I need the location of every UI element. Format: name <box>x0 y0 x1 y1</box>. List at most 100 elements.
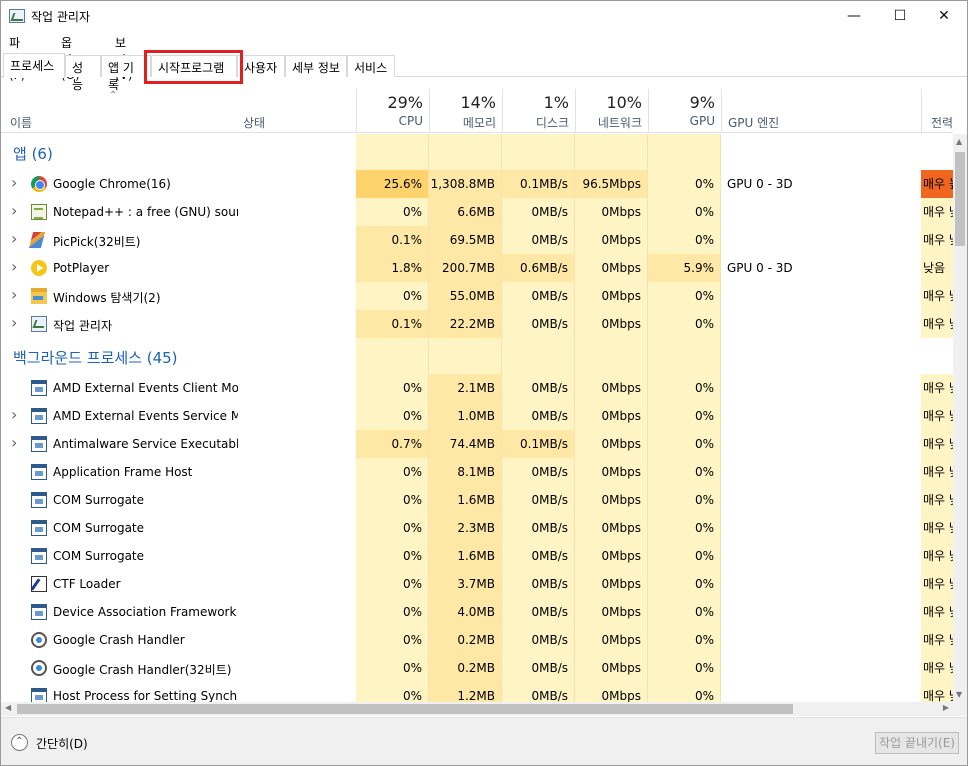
process-disk-value: 0MB/s <box>502 198 575 226</box>
process-row[interactable]: Application Frame Host 0% 8.1MB 0MB/s 0Mbps 0… <box>1 458 953 486</box>
process-row[interactable]: AMD External Events Client Mo... 0% 2.1MB 0… <box>1 374 953 402</box>
minimize-button[interactable]: — <box>831 1 877 31</box>
process-gpu-engine <box>721 542 921 570</box>
vertical-scroll-thumb[interactable] <box>955 152 965 246</box>
process-row[interactable]: › Antimalware Service Executable 0.7% 74.4M… <box>1 430 953 458</box>
process-gpu-value: 0% <box>648 282 721 310</box>
tab-performance[interactable]: 성능 <box>65 55 101 92</box>
process-mem-value: 74.4MB <box>429 430 502 458</box>
process-row[interactable]: COM Surrogate0%1.6MB0MB/s0Mbps0%매우 낮음 <box>1 542 953 570</box>
end-task-button[interactable]: 작업 끝내기(E) <box>875 732 959 754</box>
process-name: Notepad++ : a free (GNU) sour... <box>53 205 238 219</box>
scroll-right-icon[interactable]: ▶ <box>943 703 949 712</box>
process-row[interactable]: Google Crash Handler(32비트) 0% 0.2MB 0MB/s 0M… <box>1 654 953 682</box>
process-row[interactable]: CTF Loader0%3.7MB0MB/s0Mbps0%매우 낮음 <box>1 570 953 598</box>
process-power-usage: 매우 낮음 <box>921 570 953 598</box>
process-row[interactable]: › Google Chrome(16) 25.6% 1,308.8MB 0.1MB/s 9… <box>1 170 953 198</box>
process-gpu-value: 0% <box>648 682 721 702</box>
header-memory[interactable]: 14% 메모리 <box>429 89 502 133</box>
group-header[interactable]: 앱 (6) <box>1 134 953 170</box>
service-icon <box>31 436 47 452</box>
group-heat-cell <box>648 134 721 170</box>
process-net-value: 0Mbps <box>575 626 648 654</box>
chevron-right-icon[interactable]: › <box>11 201 17 220</box>
horizontal-scroll-thumb[interactable] <box>17 704 793 714</box>
group-heat-cell <box>502 134 575 170</box>
tab-users[interactable]: 사용자 <box>237 55 285 77</box>
tab-details[interactable]: 세부 정보 <box>285 55 347 77</box>
process-cpu-value: 0.1% <box>356 310 429 338</box>
chevron-right-icon[interactable]: › <box>11 313 17 332</box>
process-row[interactable]: COM Surrogate0%2.3MB0MB/s0Mbps0%매우 낮음 <box>1 514 953 542</box>
process-name: AMD External Events Service M... <box>53 409 238 423</box>
header-gpu[interactable]: 9% GPU <box>648 89 721 133</box>
fewer-details-link[interactable]: 간단히(D) <box>36 735 88 752</box>
process-cpu-value: 0% <box>356 374 429 402</box>
process-row[interactable]: › AMD External Events Service M... 0% 1.0MB… <box>1 402 953 430</box>
chevron-right-icon[interactable]: › <box>11 433 17 452</box>
title-bar[interactable]: 작업 관리자 — ☐ ✕ <box>1 1 967 31</box>
header-power-usage[interactable]: 전력 사용 <box>921 89 953 133</box>
collapse-up-icon[interactable]: ⌃ <box>11 734 28 751</box>
scroll-up-icon[interactable]: ▲ <box>956 137 962 146</box>
header-disk[interactable]: 1% 디스크 <box>502 89 575 133</box>
process-disk-value: 0MB/s <box>502 486 575 514</box>
process-cpu-value: 0% <box>356 514 429 542</box>
maximize-button[interactable]: ☐ <box>877 1 923 31</box>
tab-processes[interactable]: 프로세스 <box>3 53 65 78</box>
header-network[interactable]: 10% 네트워크 <box>575 89 648 133</box>
horizontal-scrollbar[interactable]: ◀ ▶ <box>1 702 953 716</box>
process-row[interactable]: › PicPick(32비트) 0.1%69.5MB0MB/s0Mbps0% 매우 낮… <box>1 226 953 254</box>
chevron-right-icon[interactable]: › <box>11 405 17 424</box>
chevron-right-icon[interactable]: › <box>11 229 17 248</box>
process-disk-value: 0.1MB/s <box>502 430 575 458</box>
scroll-left-icon[interactable]: ◀ <box>5 703 11 712</box>
process-row[interactable]: › 작업 관리자 0.1%22.2MB0MB/s0Mbps0% 매우 낮음 <box>1 310 953 338</box>
process-net-value: 0Mbps <box>575 542 648 570</box>
process-disk-value: 0MB/s <box>502 514 575 542</box>
chevron-right-icon[interactable]: › <box>11 257 17 276</box>
process-gpu-value: 0% <box>648 170 721 198</box>
group-heat-cell <box>429 134 502 170</box>
process-cpu-value: 25.6% <box>356 170 429 198</box>
process-disk-value: 0MB/s <box>502 374 575 402</box>
process-row[interactable]: › PotPlayer 1.8% 200.7MB 0.6MB/s 0Mbps 5.9% GPU… <box>1 254 953 282</box>
process-mem-value: 1.2MB <box>429 682 502 702</box>
process-row[interactable]: Google Crash Handler 0% 0.2MB 0MB/s 0Mbps 0% 매… <box>1 626 953 654</box>
process-row[interactable]: Device Association Framework ... 0% 4.0MB 0… <box>1 598 953 626</box>
chevron-right-icon[interactable]: › <box>11 173 17 192</box>
process-row[interactable]: › Notepad++ : a free (GNU) sour... 0% 6.6MB… <box>1 198 953 226</box>
process-mem-value: 6.6MB <box>429 198 502 226</box>
vertical-scrollbar[interactable]: ▲ ▼ <box>953 134 967 702</box>
process-power-usage: 매우 낮음 <box>921 282 953 310</box>
close-button[interactable]: ✕ <box>921 1 967 31</box>
process-name: PotPlayer <box>53 261 110 275</box>
service-icon <box>31 548 47 564</box>
header-name[interactable]: ⌃ 이름 <box>1 89 237 133</box>
header-gpu-engine[interactable]: GPU 엔진 <box>721 89 921 133</box>
scroll-down-icon[interactable]: ▼ <box>956 690 962 699</box>
group-heat-cell <box>575 338 648 374</box>
header-cpu[interactable]: 29% CPU <box>356 89 429 133</box>
process-power-usage: 매우 낮음 <box>921 598 953 626</box>
chevron-right-icon[interactable]: › <box>11 285 17 304</box>
process-gpu-value: 0% <box>648 310 721 338</box>
tab-services[interactable]: 서비스 <box>347 55 395 77</box>
group-header[interactable]: 백그라운드 프로세스 (45) <box>1 338 953 374</box>
process-row[interactable]: ›Windows 탐색기(2)0%55.0MB0MB/s0Mbps0%매우 낮음 <box>1 282 953 310</box>
process-name: Host Process for Setting Synch... <box>53 689 238 702</box>
group-title: 앱 (6) <box>13 145 53 163</box>
process-net-value: 96.5Mbps <box>575 170 648 198</box>
process-net-value: 0Mbps <box>575 598 648 626</box>
process-mem-value: 200.7MB <box>429 254 502 282</box>
group-heat-cell <box>356 338 429 374</box>
process-gpu-value: 0% <box>648 654 721 682</box>
group-title: 백그라운드 프로세스 (45) <box>13 349 178 367</box>
process-cpu-value: 0% <box>356 198 429 226</box>
process-list: 앱 (6) › Google Chrome(16) 25.6% 1,308.8MB 0.1… <box>1 134 953 702</box>
process-row[interactable]: Host Process for Setting Synch... 0% 1.2MB… <box>1 682 953 702</box>
process-row[interactable]: COM Surrogate0%1.6MB0MB/s0Mbps0%매우 낮음 <box>1 486 953 514</box>
taskmgr-icon <box>31 316 47 332</box>
process-gpu-engine: GPU 0 - 3D <box>727 261 793 275</box>
header-status[interactable]: 상태 <box>237 89 356 133</box>
